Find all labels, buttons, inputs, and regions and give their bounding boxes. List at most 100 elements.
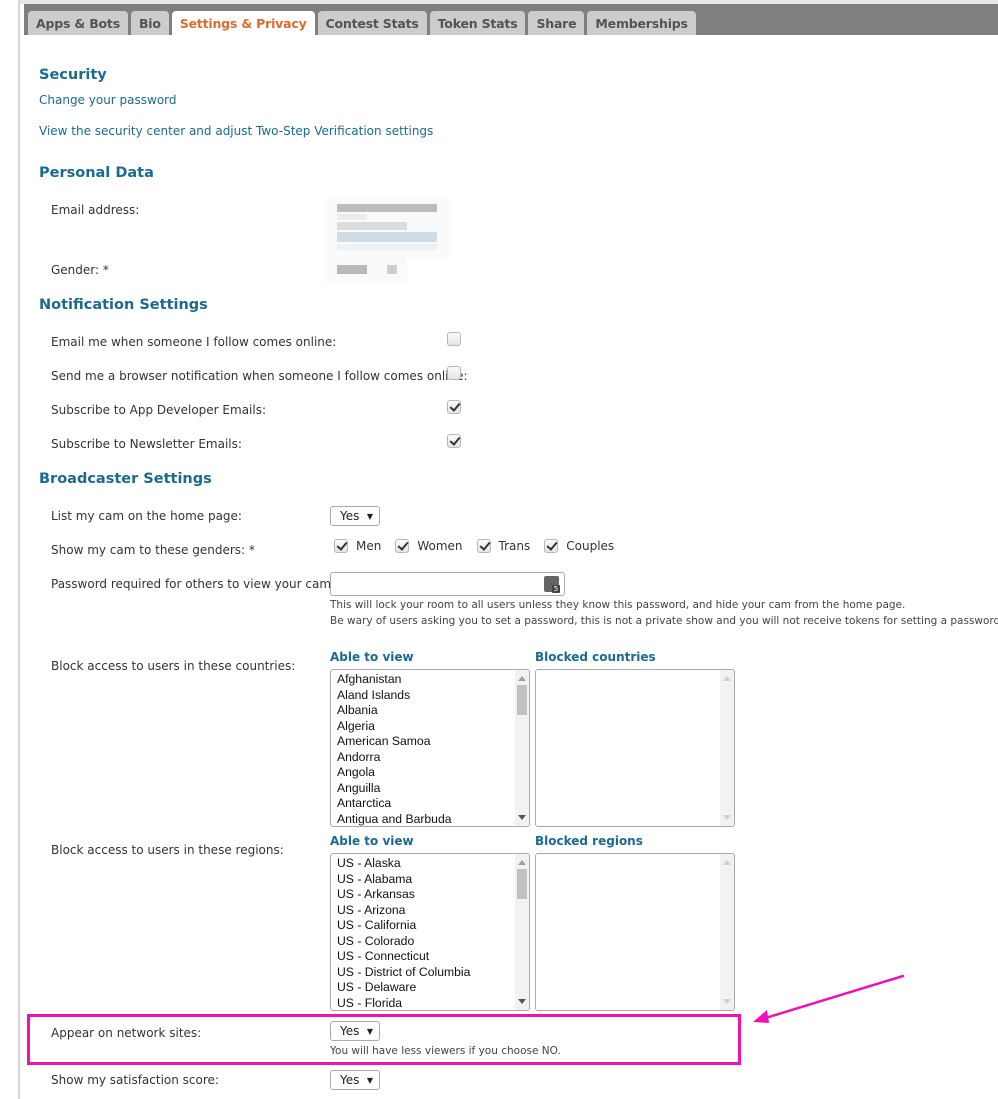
chevron-down-icon: ▼ xyxy=(366,1027,373,1036)
network-sites-help: You will have less viewers if you choose… xyxy=(330,1045,561,1057)
tab-bio[interactable]: Bio xyxy=(130,11,169,35)
gender-trans[interactable]: Trans xyxy=(476,539,531,553)
list-option[interactable]: US - Alabama xyxy=(337,872,529,888)
list-option[interactable]: US - Alaska xyxy=(337,856,529,872)
satisfaction-score-select[interactable]: Yes ▼ xyxy=(330,1070,380,1090)
email-label: Email address: xyxy=(51,203,140,217)
gender-women-checkbox[interactable] xyxy=(395,539,410,553)
list-option[interactable]: Anguilla xyxy=(337,781,529,797)
tab-memberships[interactable]: Memberships xyxy=(587,11,696,35)
password-input[interactable] xyxy=(330,572,565,596)
tab-share[interactable]: Share xyxy=(528,11,585,35)
list-option[interactable]: Aland Islands xyxy=(337,688,529,704)
gender-women-label: Women xyxy=(417,539,463,553)
page-margin xyxy=(0,0,18,1099)
scrollbar[interactable] xyxy=(720,670,734,826)
countries-blocked-title: Blocked countries xyxy=(535,650,656,664)
list-option[interactable]: US - California xyxy=(337,918,529,934)
list-option[interactable]: Antigua and Barbuda xyxy=(337,812,529,827)
password-label: Password required for others to view you… xyxy=(51,577,336,591)
app-developer-emails-checkbox[interactable] xyxy=(447,400,461,414)
scroll-up-icon[interactable] xyxy=(518,860,526,865)
scrollbar[interactable] xyxy=(720,854,734,1010)
scroll-down-icon[interactable] xyxy=(723,999,731,1004)
security-heading: Security xyxy=(39,67,107,83)
chevron-down-icon: ▼ xyxy=(366,512,373,521)
change-password-link[interactable]: Change your password xyxy=(39,93,177,107)
regions-blocked-title: Blocked regions xyxy=(535,834,643,848)
notify-email-online-checkbox[interactable] xyxy=(447,332,461,346)
annotation-arrow-icon xyxy=(753,974,905,1023)
countries-blocked-listbox[interactable] xyxy=(535,669,735,827)
satisfaction-score-label: Show my satisfaction score: xyxy=(51,1073,219,1087)
countries-blocked-list xyxy=(536,670,734,672)
notify-browser-online-label: Send me a browser notification when some… xyxy=(51,369,468,383)
list-option[interactable]: US - District of Columbia xyxy=(337,965,529,981)
chevron-down-icon: ▼ xyxy=(366,1076,373,1085)
notify-email-online-label: Email me when someone I follow comes onl… xyxy=(51,335,337,349)
list-option[interactable]: Andorra xyxy=(337,750,529,766)
gender-label: Gender: * xyxy=(51,263,109,277)
notify-browser-online-checkbox[interactable] xyxy=(447,366,461,380)
list-option[interactable]: US - Arizona xyxy=(337,903,529,919)
tab-token-stats[interactable]: Token Stats xyxy=(429,11,526,35)
list-option[interactable]: Algeria xyxy=(337,719,529,735)
list-option[interactable]: US - Florida xyxy=(337,996,529,1011)
list-cam-value: Yes xyxy=(340,509,360,523)
regions-able-listbox[interactable]: US - Alaska US - Alabama US - Arkansas US -… xyxy=(330,853,530,1011)
regions-blocked-listbox[interactable] xyxy=(535,853,735,1011)
list-cam-select[interactable]: Yes ▼ xyxy=(330,506,380,526)
countries-able-listbox[interactable]: Afghanistan Aland Islands Albania Algeria Am… xyxy=(330,669,530,827)
list-cam-label: List my cam on the home page: xyxy=(51,509,242,523)
security-center-link[interactable]: View the security center and adjust Two-… xyxy=(39,124,433,138)
tab-contest-stats[interactable]: Contest Stats xyxy=(317,11,427,35)
gender-couples[interactable]: Couples xyxy=(544,539,614,553)
network-sites-select[interactable]: Yes ▼ xyxy=(330,1021,380,1041)
email-value-redacted xyxy=(327,198,449,258)
scroll-down-icon[interactable] xyxy=(518,999,526,1004)
genders-group: Men Women Trans Couples xyxy=(334,539,628,553)
regions-able-list: US - Alaska US - Alabama US - Arkansas US -… xyxy=(331,854,529,1011)
network-sites-value: Yes xyxy=(340,1024,360,1038)
scroll-thumb[interactable] xyxy=(517,869,527,899)
password-help-2: Be wary of users asking you to set a pas… xyxy=(330,615,998,627)
scroll-up-icon[interactable] xyxy=(723,860,731,865)
gender-trans-checkbox[interactable] xyxy=(476,539,491,553)
scroll-up-icon[interactable] xyxy=(518,676,526,681)
newsletter-emails-checkbox[interactable] xyxy=(447,434,461,448)
regions-able-title: Able to view xyxy=(330,834,414,848)
scroll-thumb[interactable] xyxy=(517,685,527,715)
left-border xyxy=(18,0,20,1099)
satisfaction-score-value: Yes xyxy=(340,1073,360,1087)
list-option[interactable]: US - Delaware xyxy=(337,980,529,996)
list-option[interactable]: US - Connecticut xyxy=(337,949,529,965)
scroll-down-icon[interactable] xyxy=(723,815,731,820)
list-option[interactable]: US - Colorado xyxy=(337,934,529,950)
gender-men[interactable]: Men xyxy=(334,539,381,553)
list-option[interactable]: Antarctica xyxy=(337,796,529,812)
gender-value-redacted xyxy=(327,258,407,284)
gender-men-label: Men xyxy=(356,539,382,553)
app-developer-emails-label: Subscribe to App Developer Emails: xyxy=(51,403,267,417)
list-option[interactable]: US - Arkansas xyxy=(337,887,529,903)
list-option[interactable]: Angola xyxy=(337,765,529,781)
block-countries-label: Block access to users in these countries… xyxy=(51,659,296,673)
tab-settings-privacy[interactable]: Settings & Privacy xyxy=(171,11,315,35)
password-manager-icon[interactable] xyxy=(544,576,560,593)
personal-data-heading: Personal Data xyxy=(39,165,154,181)
scrollbar[interactable] xyxy=(515,670,529,826)
password-help-1: This will lock your room to all users un… xyxy=(330,599,906,611)
gender-couples-checkbox[interactable] xyxy=(544,539,559,553)
gender-men-checkbox[interactable] xyxy=(334,539,348,553)
network-sites-label: Appear on network sites: xyxy=(51,1026,202,1040)
countries-able-list: Afghanistan Aland Islands Albania Algeria Am… xyxy=(331,670,529,827)
scroll-up-icon[interactable] xyxy=(723,676,731,681)
tab-apps-bots[interactable]: Apps & Bots xyxy=(28,11,128,35)
scroll-down-icon[interactable] xyxy=(518,815,526,820)
gender-trans-label: Trans xyxy=(498,539,531,553)
list-option[interactable]: American Samoa xyxy=(337,734,529,750)
list-option[interactable]: Albania xyxy=(337,703,529,719)
list-option[interactable]: Afghanistan xyxy=(337,672,529,688)
gender-women[interactable]: Women xyxy=(395,539,463,553)
scrollbar[interactable] xyxy=(515,854,529,1010)
